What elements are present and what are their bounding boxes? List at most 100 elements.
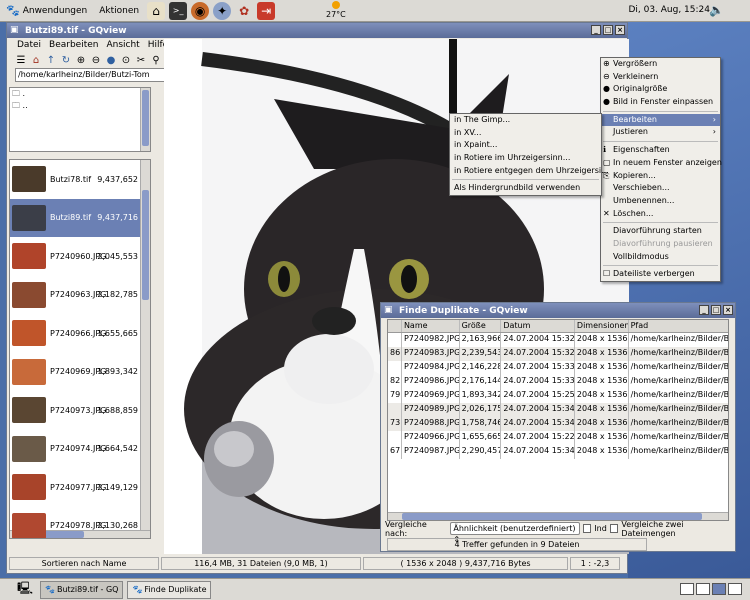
minimize-button[interactable]: _: [591, 25, 601, 35]
browser-icon[interactable]: ◉: [191, 1, 210, 20]
context-menu-item[interactable]: ⊕ Vergrößern: [601, 58, 720, 71]
table-row[interactable]: P7240984.JPG 2,146,228 24.07.2004 15:33 204…: [388, 361, 728, 375]
task-duplicates[interactable]: 🐾 Finde Duplikate: [127, 580, 212, 599]
workspace-4[interactable]: [728, 583, 742, 595]
context-menu-item[interactable]: ▢ In neuem Fenster anzeigen: [601, 157, 722, 170]
app-icon[interactable]: ✿: [235, 2, 253, 20]
table-row[interactable]: P7240982.JPG 2,163,966 24.07.2004 15:32 204…: [388, 333, 728, 347]
table-cell: 24.07.2004 15:34: [501, 417, 575, 431]
applications-menu[interactable]: 🐾 Anwendungen: [0, 0, 93, 22]
compass-icon[interactable]: ✦: [213, 1, 232, 20]
column-header[interactable]: Pfad: [629, 320, 728, 332]
list-item[interactable]: P7240977.JPG 2,149,129: [10, 468, 150, 507]
task-gqview[interactable]: 🐾 Butzi89.tif - GQ: [40, 580, 124, 599]
window-titlebar[interactable]: ▣ Butzi89.tif - GQview _ □ ×: [7, 23, 627, 38]
window-menu-icon[interactable]: ▣: [384, 305, 393, 315]
list-item[interactable]: 🗀 .: [10, 88, 150, 100]
include-checkbox[interactable]: [582, 524, 592, 533]
context-menu-item[interactable]: ✕ Löschen...: [601, 208, 720, 221]
context-menu-item[interactable]: ● Bild in Fenster einpassen: [601, 96, 720, 109]
submenu-item[interactable]: in Rotiere entgegen dem Uhrzeigersi...: [450, 165, 609, 178]
zoom-fit-icon[interactable]: ●: [105, 55, 117, 66]
tools-icon[interactable]: ✂: [135, 55, 147, 66]
table-row[interactable]: P7240989.JPG 2,026,175 24.07.2004 15:34 204…: [388, 403, 728, 417]
menu-datei[interactable]: Datei: [17, 40, 41, 50]
table-row[interactable]: P7240966.JPG 1,655,665 24.07.2004 15:22 204…: [388, 431, 728, 445]
menu-ansicht[interactable]: Ansicht: [106, 40, 139, 50]
table-row[interactable]: 79 P7240969.JPG 1,893,342 24.07.2004 15:25 2…: [388, 389, 728, 403]
pin-icon[interactable]: ⚲: [150, 55, 162, 66]
list-item[interactable]: P7240960.JPG 2,045,553: [10, 237, 150, 276]
list-item[interactable]: P7240963.JPG 2,182,785: [10, 276, 150, 315]
context-menu-item[interactable]: ⊖ Verkleinern: [601, 71, 720, 84]
context-menu-item[interactable]: ● Originalgröße: [601, 83, 720, 96]
compare-select[interactable]: Ähnlichkeit (benutzerdefiniert) ⇕: [450, 522, 580, 544]
workspace-3[interactable]: [712, 583, 726, 595]
list-item[interactable]: 🗀 ..: [10, 100, 150, 112]
table-row[interactable]: 86 P7240983.JPG 2,239,543 24.07.2004 15:32 2…: [388, 347, 728, 361]
context-menu-item[interactable]: Verschieben...: [601, 182, 720, 195]
context-menu-item[interactable]: Bearbeiten ›: [601, 113, 720, 127]
column-header[interactable]: Größe: [460, 320, 502, 332]
actions-menu[interactable]: Aktionen: [93, 0, 145, 22]
column-header[interactable]: [388, 320, 402, 332]
context-menu-item[interactable]: ℹ Eigenschaften: [601, 144, 720, 157]
context-menu-item[interactable]: Diavorführung starten: [601, 225, 720, 238]
workspace-2[interactable]: [696, 583, 710, 595]
two-sets-checkbox[interactable]: [609, 524, 619, 533]
context-menu-item[interactable]: Diavorführung pausieren: [601, 238, 720, 251]
list-item[interactable]: P7240969.JPG 1,893,342: [10, 353, 150, 392]
zoom-original-icon[interactable]: ⊙: [120, 55, 132, 66]
zoom-in-icon[interactable]: ⊕: [75, 55, 87, 66]
table-row[interactable]: 67 P7240987.JPG 2,290,457 24.07.2004 15:34 2…: [388, 445, 728, 459]
clock[interactable]: Di, 03. Aug, 15:24: [628, 5, 710, 15]
context-menu-item[interactable]: Justieren ›: [601, 126, 720, 139]
speaker-icon[interactable]: 🔈: [709, 3, 724, 17]
submenu-item[interactable]: Als Hindergrundbild verwenden: [450, 182, 601, 195]
dir-scrollbar[interactable]: [140, 88, 150, 151]
terminal-icon[interactable]: >_: [169, 1, 188, 20]
submenu-item[interactable]: in XV...: [450, 127, 601, 140]
logout-icon[interactable]: ⇥: [257, 1, 276, 20]
minimize-button[interactable]: _: [699, 305, 709, 315]
list-item[interactable]: P7240966.JPG 1,655,665: [10, 314, 150, 353]
thumbnail: [12, 435, 46, 462]
maximize-button[interactable]: □: [603, 25, 613, 35]
context-menu-item[interactable]: ☐ Dateiliste verbergen: [601, 268, 720, 281]
window-menu-icon[interactable]: ▣: [10, 25, 19, 35]
weather-applet[interactable]: 27°C: [326, 1, 346, 19]
submenu-item[interactable]: in The Gimp...: [450, 114, 601, 127]
home-icon[interactable]: ⌂: [147, 1, 166, 20]
list-item[interactable]: P7240973.JPG 1,688,859: [10, 391, 150, 430]
menu-bearbeiten[interactable]: Bearbeiten: [49, 40, 98, 50]
zoom-out-icon[interactable]: ⊖: [90, 55, 102, 66]
list-view-icon[interactable]: ☰: [15, 55, 27, 66]
submenu-item[interactable]: in Xpaint...: [450, 139, 601, 152]
submenu-item[interactable]: in Rotiere im Uhrzeigersinn...: [450, 152, 601, 165]
home-icon[interactable]: ⌂: [30, 55, 42, 66]
close-button[interactable]: ×: [615, 25, 625, 35]
list-item[interactable]: P7240974.JPG 1,664,542: [10, 430, 150, 469]
workspace-switcher: [678, 583, 742, 595]
file-scrollbar[interactable]: [140, 160, 150, 530]
column-header[interactable]: Dimensionen: [575, 320, 629, 332]
column-header[interactable]: Name: [402, 320, 460, 332]
close-button[interactable]: ×: [723, 305, 733, 315]
context-menu-item[interactable]: Vollbildmodus: [601, 251, 720, 264]
column-header[interactable]: Datum: [501, 320, 575, 332]
dup-titlebar[interactable]: ▣ Finde Duplikate - GQview _ □ ×: [381, 303, 735, 318]
maximize-button[interactable]: □: [711, 305, 721, 315]
list-item[interactable]: P7240978.JPG 2,130,268: [10, 507, 150, 538]
status-bar: Sortieren nach Name 116,4 MB, 31 Dateien…: [9, 556, 629, 570]
table-row[interactable]: 82 P7240986.JPG 2,176,144 24.07.2004 15:33 2…: [388, 375, 728, 389]
table-row[interactable]: 73 P7240988.JPG 1,758,746 24.07.2004 15:34 2…: [388, 417, 728, 431]
context-menu-item[interactable]: Umbenennen...: [601, 195, 720, 208]
workspace-1[interactable]: [680, 583, 694, 595]
context-menu-item[interactable]: ⎘ Kopieren...: [601, 170, 720, 183]
refresh-icon[interactable]: ↻: [60, 55, 72, 66]
sort-button[interactable]: Sortieren nach Name: [9, 556, 159, 570]
list-item[interactable]: Butzi89.tif 9,437,716: [10, 198, 150, 237]
up-icon[interactable]: ↑: [45, 55, 57, 66]
show-desktop-icon[interactable]: 🖳: [16, 581, 34, 599]
list-item[interactable]: Butzi78.tif 9,437,652: [10, 160, 150, 199]
